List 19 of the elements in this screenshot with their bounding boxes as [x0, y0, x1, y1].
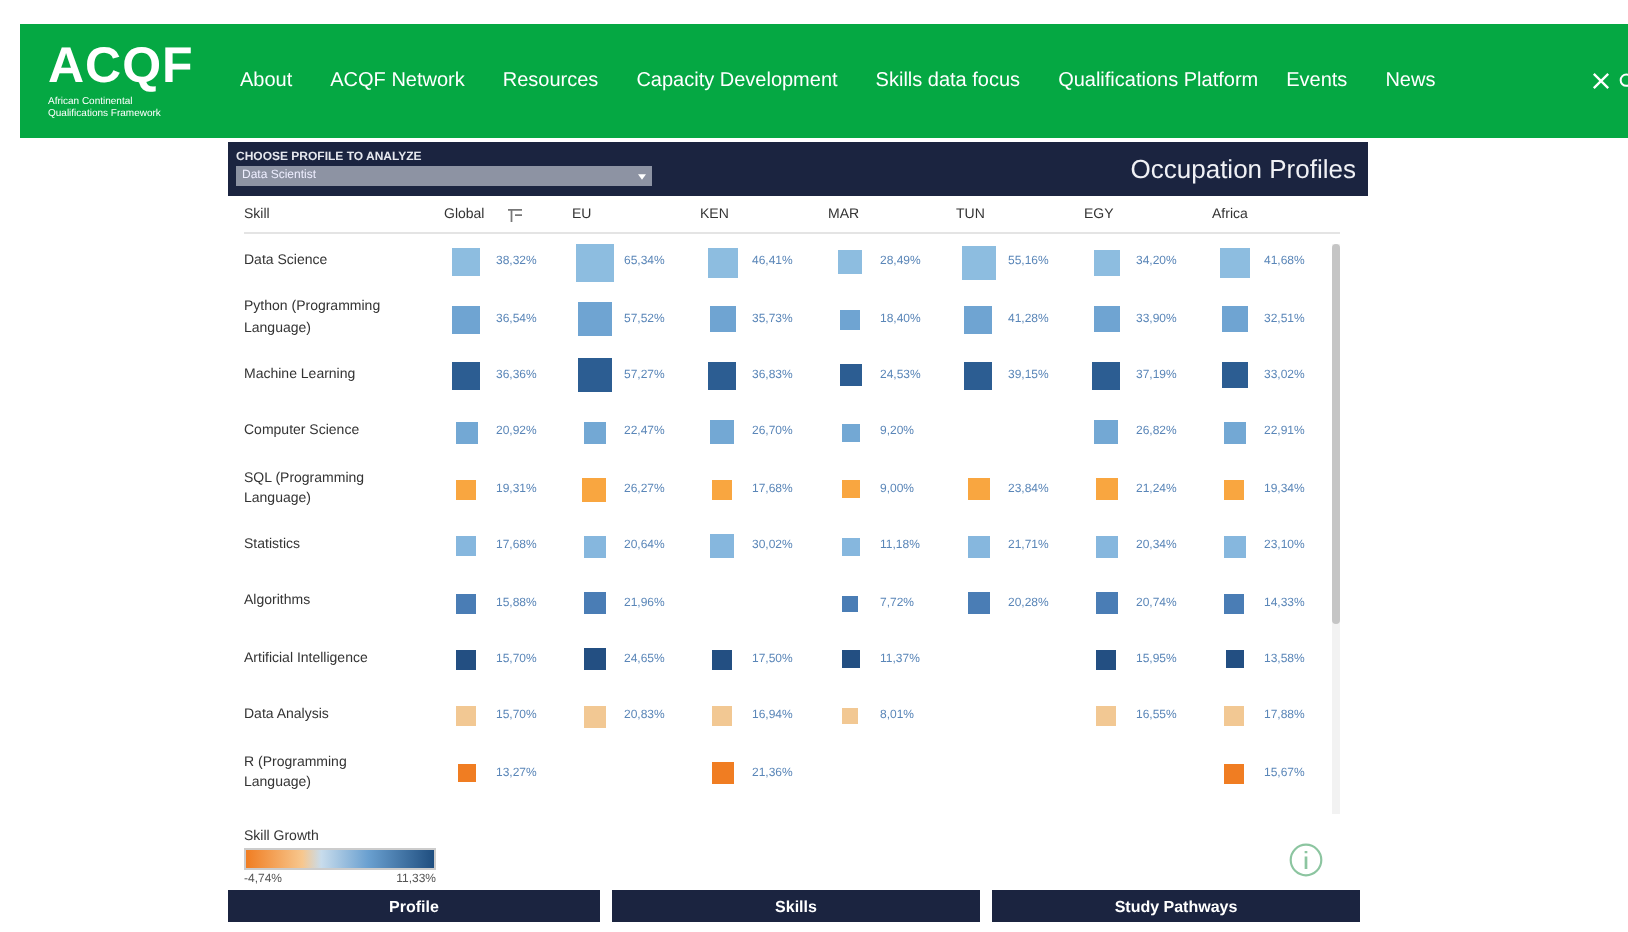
caret-icon: [638, 173, 646, 179]
search-icon[interactable]: [1618, 72, 1628, 90]
dashboard-title: Occupation Profiles: [1130, 154, 1356, 184]
nav-link[interactable]: Capacity Development: [636, 70, 838, 92]
nav-link[interactable]: Qualifications Platform: [1058, 70, 1259, 92]
nav-link[interactable]: Skills data focus: [875, 70, 1021, 92]
x-logo-icon[interactable]: [1592, 72, 1610, 90]
sort-icon[interactable]: [508, 207, 523, 221]
nav-link[interactable]: ACQF Network: [330, 70, 465, 92]
info-icon[interactable]: [1288, 842, 1324, 878]
nav-link[interactable]: Events: [1286, 70, 1348, 92]
nav-button[interactable]: Skills: [612, 890, 980, 922]
scrollbar[interactable]: [1332, 244, 1340, 814]
nav-link[interactable]: News: [1385, 70, 1436, 92]
nav-link[interactable]: Resources: [502, 70, 599, 92]
nav-button[interactable]: Study Pathways: [992, 890, 1360, 922]
nav-button[interactable]: Profile: [228, 890, 600, 922]
nav-link[interactable]: About: [240, 70, 293, 92]
logo[interactable]: ACQF: [48, 42, 194, 92]
